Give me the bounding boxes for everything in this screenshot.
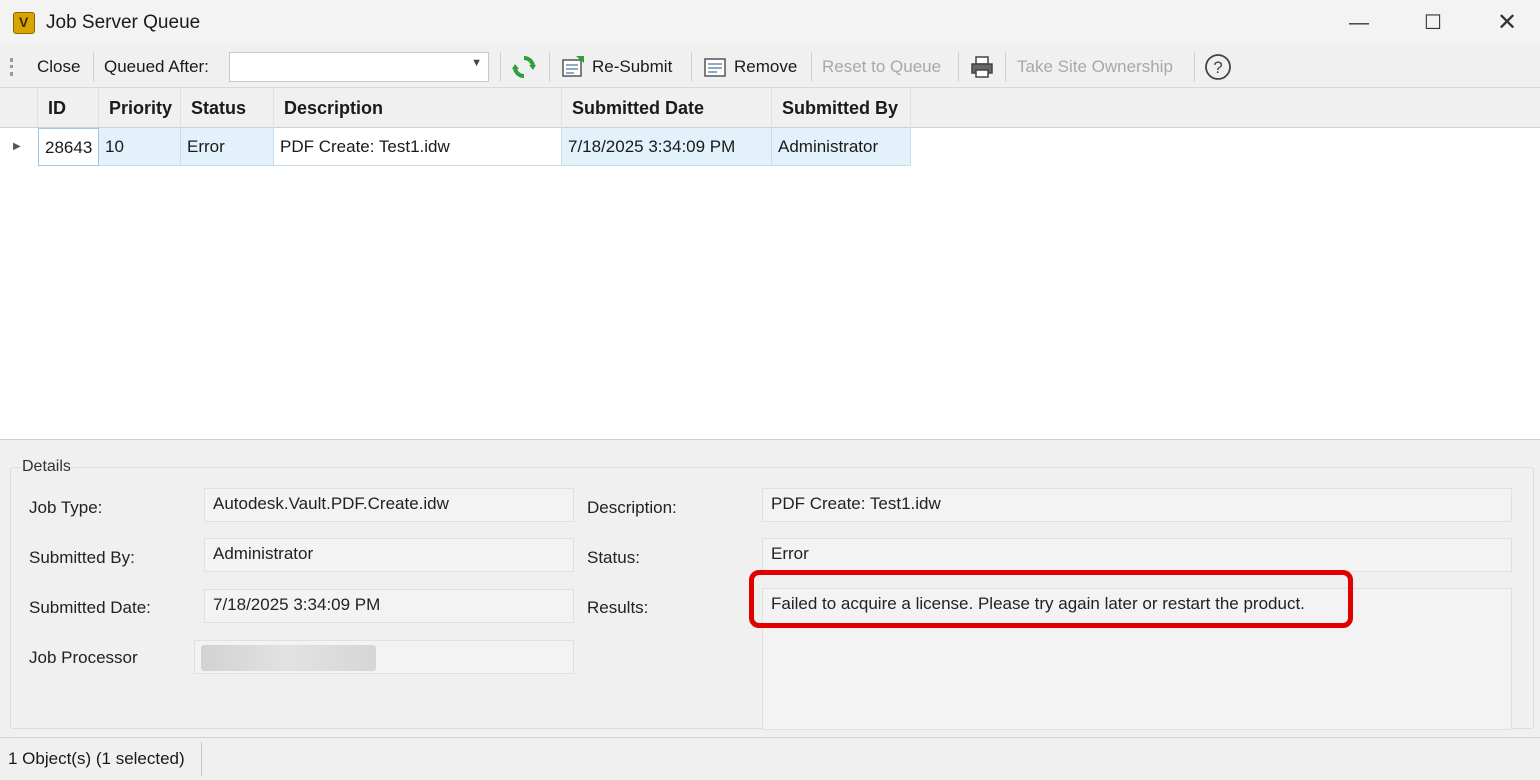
job-type-field[interactable]: Autodesk.Vault.PDF.Create.idw xyxy=(204,488,574,522)
job-queue-grid: ID Priority Status Description Submitted… xyxy=(0,88,1540,440)
submitted-by-label: Submitted By: xyxy=(29,548,135,567)
cell-priority[interactable]: 10 xyxy=(99,128,181,166)
toolbar-separator xyxy=(811,52,812,82)
toolbar-separator xyxy=(1005,52,1006,82)
submitted-by-field[interactable]: Administrator xyxy=(204,538,574,572)
reset-to-queue-button[interactable]: Reset to Queue xyxy=(822,55,941,79)
svg-text:?: ? xyxy=(1213,58,1222,77)
toolbar-separator xyxy=(500,52,501,82)
take-site-ownership-button[interactable]: Take Site Ownership xyxy=(1017,55,1173,79)
job-processor-label: Job Processor xyxy=(29,648,138,667)
column-header-priority[interactable]: Priority xyxy=(99,88,181,128)
cell-id[interactable]: 28643 xyxy=(38,128,99,166)
resubmit-icon xyxy=(560,54,586,80)
cell-status[interactable]: Error xyxy=(181,128,274,166)
toolbar: Close Queued After: ▼ Re-Submit Remove R… xyxy=(0,46,1540,88)
column-header-id[interactable]: ID xyxy=(38,88,99,128)
row-header-spacer xyxy=(0,88,38,128)
status-label: Status: xyxy=(587,548,640,567)
column-header-status[interactable]: Status xyxy=(181,88,274,128)
status-bar: 1 Object(s) (1 selected) xyxy=(0,737,1540,780)
queued-after-label: Queued After: xyxy=(104,57,209,76)
column-header-submitted-date[interactable]: Submitted Date xyxy=(562,88,772,128)
column-header-description[interactable]: Description xyxy=(274,88,562,128)
redacted-job-processor xyxy=(201,645,376,671)
help-icon[interactable]: ? xyxy=(1204,54,1231,80)
cell-submitted-by[interactable]: Administrator xyxy=(772,128,911,166)
printer-icon[interactable] xyxy=(969,54,995,80)
toolbar-grip-handle[interactable] xyxy=(10,58,13,76)
results-label: Results: xyxy=(587,598,649,617)
submitted-date-label: Submitted Date: xyxy=(29,598,151,617)
remove-icon xyxy=(702,54,728,80)
details-group-title: Details xyxy=(20,458,73,476)
chevron-down-icon: ▼ xyxy=(471,57,482,69)
minimize-button[interactable]: — xyxy=(1336,6,1382,40)
description-label: Description: xyxy=(587,498,677,517)
cell-submitted-date[interactable]: 7/18/2025 3:34:09 PM xyxy=(562,128,772,166)
remove-button[interactable]: Remove xyxy=(734,55,797,79)
column-header-submitted-by[interactable]: Submitted By xyxy=(772,88,911,128)
title-bar: Job Server Queue — ☐ ✕ xyxy=(0,0,1540,46)
selection-count: 1 Object(s) (1 selected) xyxy=(8,749,185,768)
status-separator xyxy=(201,742,202,776)
queued-after-dropdown[interactable]: ▼ xyxy=(229,52,489,82)
resubmit-button[interactable]: Re-Submit xyxy=(592,55,672,79)
cell-description[interactable]: PDF Create: Test1.idw xyxy=(274,128,562,166)
submitted-date-field[interactable]: 7/18/2025 3:34:09 PM xyxy=(204,589,574,623)
error-highlight-annotation xyxy=(749,570,1353,628)
toolbar-separator xyxy=(93,52,94,82)
toolbar-separator xyxy=(691,52,692,82)
window-title: Job Server Queue xyxy=(46,12,201,33)
close-window-button[interactable]: ✕ xyxy=(1484,6,1530,40)
toolbar-separator xyxy=(1194,52,1195,82)
status-field[interactable]: Error xyxy=(762,538,1512,572)
description-field[interactable]: PDF Create: Test1.idw xyxy=(762,488,1512,522)
table-row[interactable]: 28643 10 Error PDF Create: Test1.idw 7/1… xyxy=(0,128,911,166)
toolbar-separator xyxy=(958,52,959,82)
toolbar-separator xyxy=(549,52,550,82)
refresh-icon[interactable] xyxy=(511,54,537,80)
job-type-label: Job Type: xyxy=(29,498,103,517)
close-button[interactable]: Close xyxy=(37,55,80,79)
details-panel: Details Job Type: Autodesk.Vault.PDF.Cre… xyxy=(0,441,1540,737)
vault-app-icon xyxy=(13,12,35,34)
grid-header: ID Priority Status Description Submitted… xyxy=(0,88,1540,128)
maximize-button[interactable]: ☐ xyxy=(1410,6,1456,40)
